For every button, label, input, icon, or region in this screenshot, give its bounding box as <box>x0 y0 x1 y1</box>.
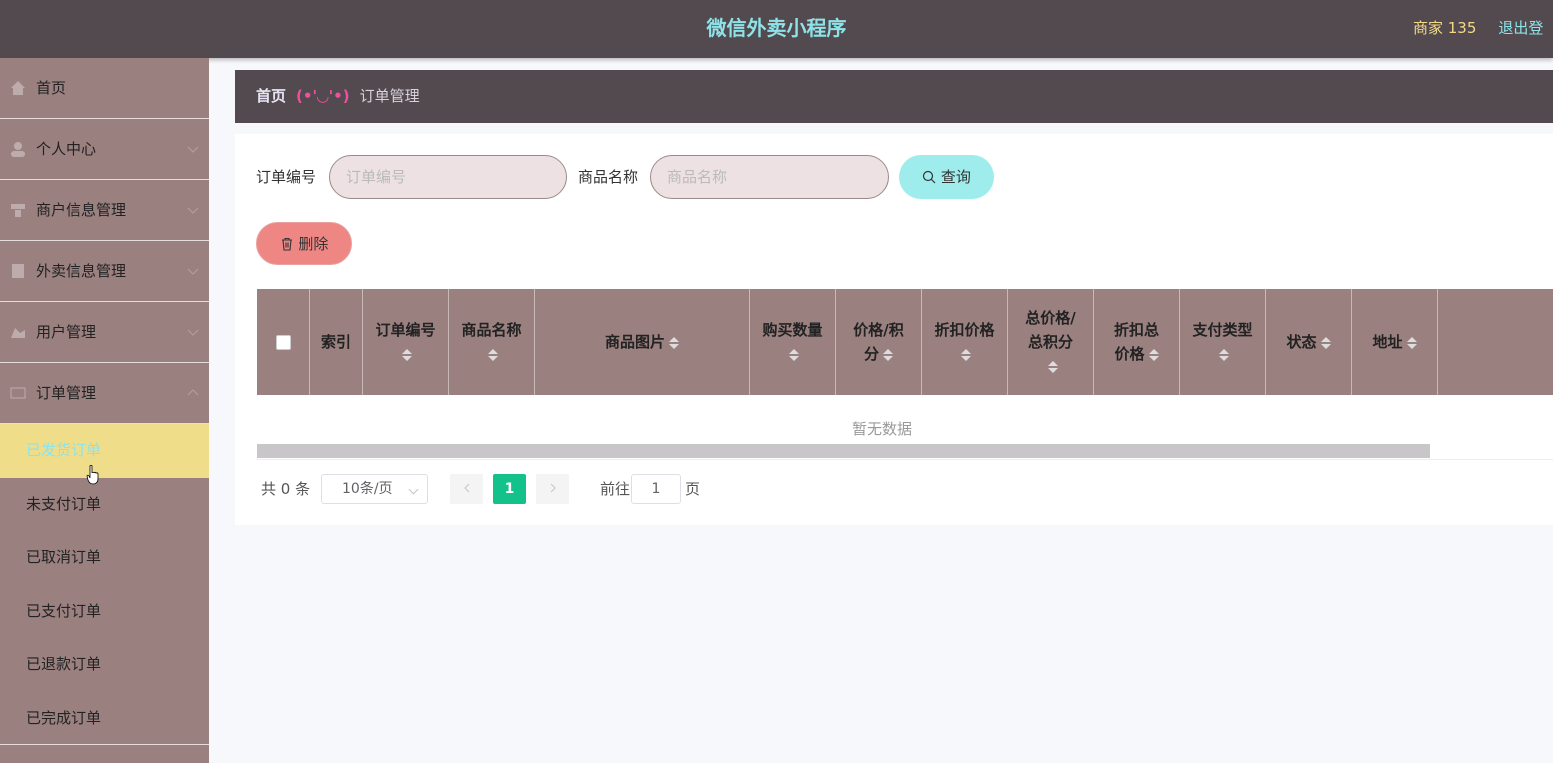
sidebar-item-merchant-info[interactable]: 商户信息管理 <box>0 180 209 241</box>
chevron-right-icon <box>550 483 556 493</box>
app-title: 微信外卖小程序 <box>706 16 847 40</box>
food-icon <box>12 264 24 278</box>
product-name-input[interactable]: 商品名称 <box>650 155 889 199</box>
sidebar-subitem-shipped-orders[interactable]: 已发货订单 <box>0 424 209 478</box>
chevron-down-icon <box>187 207 199 214</box>
search-icon <box>922 170 936 184</box>
sidebar-subitem-completed-orders[interactable]: 已完成订单 <box>0 692 209 745</box>
sidebar-item-label: 用户管理 <box>36 323 97 341</box>
sort-icon[interactable] <box>1047 360 1058 373</box>
users-icon <box>11 328 25 338</box>
sidebar-subitem-paid-orders[interactable]: 已支付订单 <box>0 585 209 639</box>
chevron-down-icon <box>187 268 199 275</box>
breadcrumb: 首页 (•'◡'•) 订单管理 <box>235 70 1553 123</box>
column-header-product-name[interactable]: 商品名称 <box>449 289 535 395</box>
main-panel: 订单编号 订单编号 商品名称 商品名称 查询 删除 索引 订单编号 商品名称 商… <box>235 134 1553 525</box>
select-all-checkbox[interactable] <box>275 334 291 350</box>
column-header-index: 索引 <box>310 289 363 395</box>
sidebar-item-label: 商户信息管理 <box>36 201 127 219</box>
query-button-label: 查询 <box>940 168 971 186</box>
goto-label: 前往 <box>600 480 631 498</box>
sort-icon[interactable] <box>1148 348 1159 361</box>
user-info: 商家 135 退出登 <box>1413 0 1553 56</box>
order-no-label: 订单编号 <box>256 168 317 186</box>
sidebar-item-takeout-info[interactable]: 外卖信息管理 <box>0 241 209 302</box>
column-header-quantity[interactable]: 购买数量 <box>750 289 836 395</box>
column-header-payment-type[interactable]: 支付类型 <box>1180 289 1266 395</box>
sidebar-item-label: 首页 <box>36 79 67 97</box>
next-page-button[interactable] <box>536 474 569 504</box>
shop-icon <box>11 204 25 217</box>
home-icon <box>11 81 25 95</box>
sidebar-item-label: 外卖信息管理 <box>36 262 127 280</box>
chevron-down-icon <box>187 146 199 153</box>
sidebar-item-label: 个人中心 <box>36 140 97 158</box>
order-icon <box>10 387 26 399</box>
column-header-address[interactable]: 地址 <box>1352 289 1438 395</box>
sort-icon[interactable] <box>1406 336 1417 349</box>
page-size-value: 10条/页 <box>342 481 393 497</box>
column-header-status[interactable]: 状态 <box>1266 289 1352 395</box>
query-button[interactable]: 查询 <box>899 155 994 199</box>
product-name-label: 商品名称 <box>578 168 639 186</box>
chevron-up-icon <box>187 389 199 396</box>
sidebar-subitem-unpaid-orders[interactable]: 未支付订单 <box>0 478 209 532</box>
sort-icon[interactable] <box>1320 336 1331 349</box>
page-suffix-label: 页 <box>685 480 701 498</box>
page-number-current[interactable]: 1 <box>493 474 526 504</box>
horizontal-scrollbar[interactable] <box>257 444 1430 458</box>
sort-icon[interactable] <box>1219 348 1230 361</box>
divider <box>257 459 1553 460</box>
chevron-left-icon <box>463 483 469 493</box>
empty-state-text: 暂无数据 <box>851 420 912 438</box>
sidebar-item-home[interactable]: 首页 <box>0 58 209 119</box>
column-header-order-no[interactable]: 订单编号 <box>363 289 449 395</box>
column-header-price[interactable]: 价格/积分 <box>836 289 922 395</box>
sort-icon[interactable] <box>961 348 972 361</box>
column-header-discount-price[interactable]: 折扣价格 <box>922 289 1008 395</box>
user-name: 商家 135 <box>1413 19 1477 37</box>
sidebar-subitem-refunded-orders[interactable]: 已退款订单 <box>0 638 209 692</box>
chevron-down-icon <box>408 484 419 495</box>
sidebar-item-order-management[interactable]: 订单管理 <box>0 363 209 424</box>
sidebar-item-label: 订单管理 <box>36 384 97 402</box>
total-count: 共 0 条 <box>261 480 311 498</box>
page-size-select[interactable]: 10条/页 <box>321 474 428 504</box>
table-header: 索引 订单编号 商品名称 商品图片 购买数量 价格/积分 折扣价格 总价格/总积… <box>257 289 1553 395</box>
sort-icon[interactable] <box>669 336 679 349</box>
sort-icon[interactable] <box>883 348 893 361</box>
breadcrumb-separator: (•'◡'•) <box>296 87 350 105</box>
logout-link[interactable]: 退出登 <box>1498 19 1543 37</box>
sidebar-subitem-cancelled-orders[interactable]: 已取消订单 <box>0 531 209 585</box>
column-header-product-image[interactable]: 商品图片 <box>535 289 750 395</box>
user-icon <box>11 142 25 157</box>
chevron-down-icon <box>187 329 199 336</box>
sort-icon[interactable] <box>402 348 413 361</box>
sidebar-item-personal-center[interactable]: 个人中心 <box>0 119 209 180</box>
goto-page-input[interactable]: 1 <box>631 474 681 504</box>
hand-cursor-icon <box>86 465 99 485</box>
column-header-total-price[interactable]: 总价格/总积分 <box>1008 289 1094 395</box>
breadcrumb-home[interactable]: 首页 <box>256 87 286 105</box>
sort-icon[interactable] <box>488 348 499 361</box>
select-all-cell <box>257 289 310 395</box>
top-bar: 微信外卖小程序 商家 135 退出登 <box>0 0 1553 58</box>
column-header-discount-total[interactable]: 折扣总价格 <box>1094 289 1180 395</box>
breadcrumb-current: 订单管理 <box>359 87 420 105</box>
delete-button-label: 删除 <box>298 235 329 253</box>
trash-icon <box>281 237 292 251</box>
prev-page-button[interactable] <box>450 474 483 504</box>
sidebar-item-user-management[interactable]: 用户管理 <box>0 302 209 363</box>
delete-button[interactable]: 删除 <box>256 222 352 265</box>
order-no-input[interactable]: 订单编号 <box>329 155 567 199</box>
sidebar: 首页 个人中心 商户信息管理 外卖信息管理 用户管理 订单管理 已发货订单 未支… <box>0 58 209 763</box>
sort-icon[interactable] <box>789 348 800 361</box>
